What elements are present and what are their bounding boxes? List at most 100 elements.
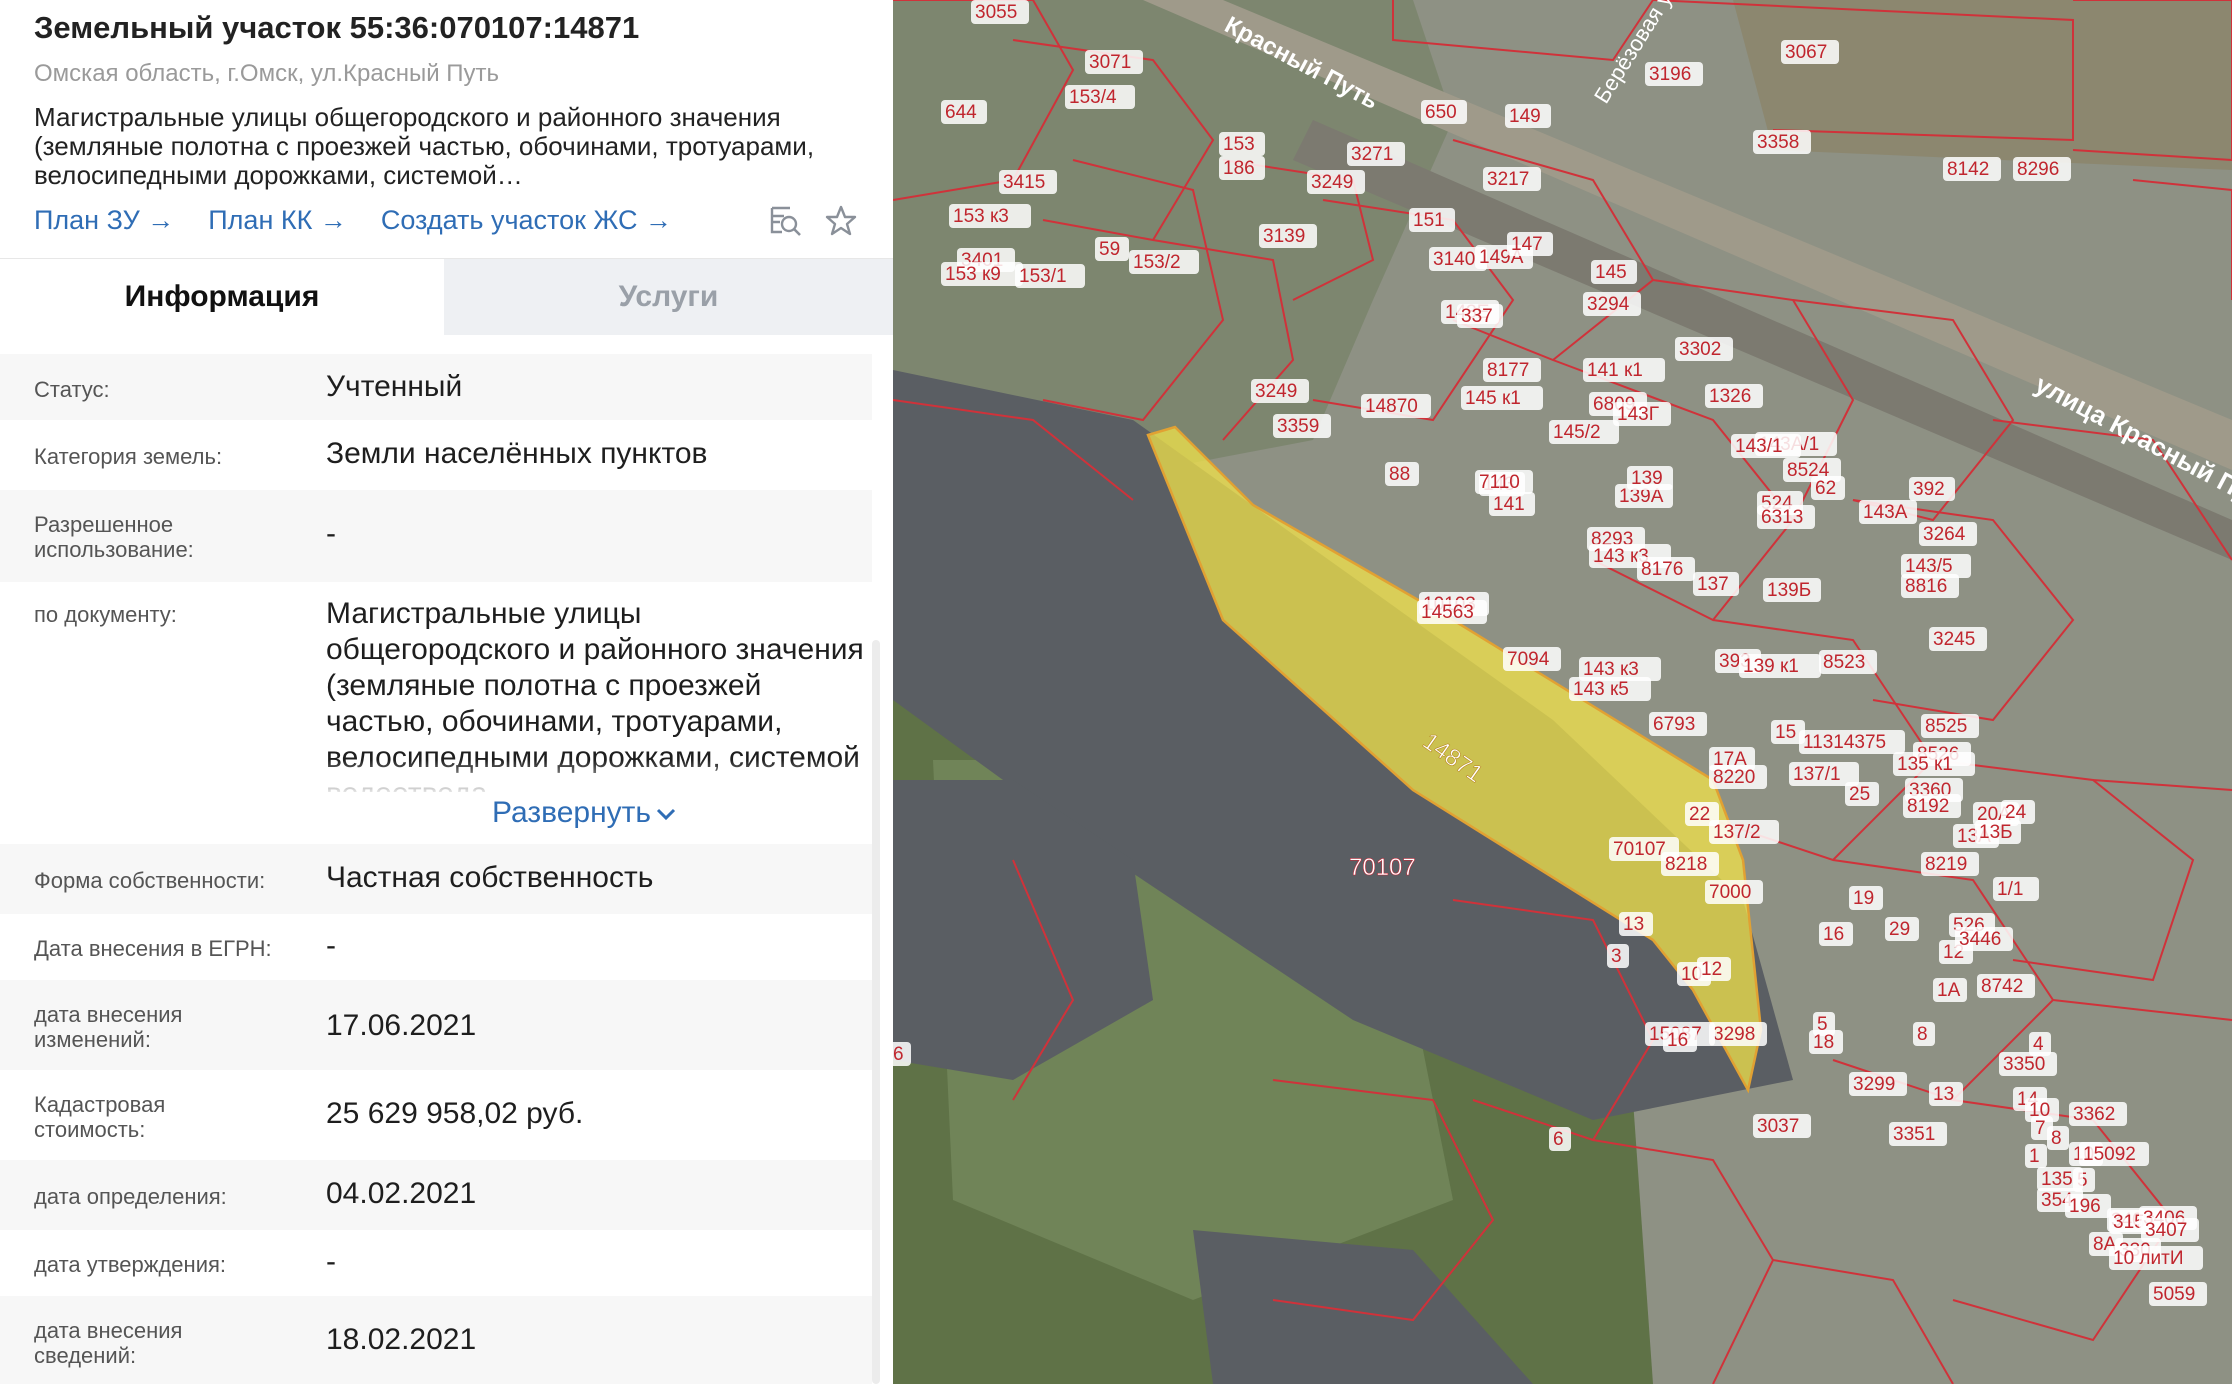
parcel-number: 3037 [1757, 1116, 1799, 1137]
arrow-right-icon: → [637, 205, 673, 235]
parcel-number: 143/1 [1735, 436, 1783, 457]
status-value: Учтенный [326, 370, 463, 403]
parcel-number: 186 [1223, 158, 1255, 179]
parcel-number: 8523 [1823, 652, 1865, 673]
parcel-number: 14870 [1365, 396, 1418, 417]
parcel-label: 153/2 [1129, 250, 1199, 274]
parcel-number: 29 [1889, 919, 1910, 940]
parcel-label: 62 [1811, 476, 1845, 500]
parcel-number: 8816 [1905, 576, 1947, 597]
parcel-number: 13 [1933, 1084, 1954, 1105]
parcel-label: 18 [1809, 1030, 1843, 1054]
parcel-number: 8192 [1907, 796, 1949, 817]
search-document-icon[interactable] [768, 204, 802, 238]
parcel-number: 70107 [1613, 839, 1666, 860]
parcel-number: 11314375 [1803, 732, 1886, 753]
parcel-label: 3264 [1919, 522, 1977, 546]
parcel-number: 5059 [2153, 1284, 2195, 1305]
parcel-label: 6793 [1649, 712, 1707, 736]
star-icon[interactable] [824, 204, 858, 238]
tab-info[interactable]: Информация [0, 259, 444, 335]
map-canvas[interactable]: 14871 Красный Путь Берёзовая ул. улица К… [893, 0, 2232, 1384]
plan-kk-label: План КК [208, 205, 313, 235]
parcel-label: 8176 [1637, 557, 1695, 581]
parcel-label: 16 [1663, 1028, 1697, 1052]
parcel-number: 3071 [1089, 52, 1131, 73]
tab-services[interactable]: Услуги [444, 259, 893, 335]
parcel-number: 143А [1863, 502, 1908, 523]
parcel-number: 145 [1595, 262, 1627, 283]
parcel-label: 6313 [1757, 505, 1815, 529]
link-actions [768, 204, 858, 238]
parcel-number: 3249 [1311, 172, 1353, 193]
parcel-label: 139 [1627, 466, 1673, 490]
parcel-number: 8 [1917, 1024, 1928, 1045]
row-permitted: Разрешенное использование: - [0, 490, 872, 582]
approval-date-value: - [326, 1245, 336, 1278]
parcel-label: 8296 [2013, 157, 2071, 181]
parcel-label: 8192 [1903, 794, 1961, 818]
parcel-number: 143 к3 [1583, 659, 1639, 680]
parcel-number: 10 литИ [2113, 1248, 2183, 1269]
parcel-number: 8177 [1487, 360, 1529, 381]
parcel-number: 3196 [1649, 64, 1691, 85]
parcel-label: 25 [1845, 782, 1879, 806]
parcel-description: Магистральные улицы общегородского и рай… [34, 103, 815, 190]
parcel-number: 3351 [1893, 1124, 1935, 1145]
cadastral-map[interactable]: 14871 Красный Путь Берёзовая ул. улица К… [893, 0, 2232, 1384]
parcel-label: 145 [1591, 260, 1637, 284]
parcel-label: 14563 [1417, 600, 1487, 624]
parcel-label: 3446 [1955, 927, 2013, 951]
create-zs-link[interactable]: Создать участок ЖС → [381, 205, 672, 236]
expand-link[interactable]: Развернуть [492, 796, 677, 830]
plan-zu-link[interactable]: План ЗУ → [34, 205, 174, 236]
parcel-number: 139 к1 [1743, 656, 1799, 677]
parcel-number: 25 [1849, 784, 1870, 805]
parcel-number: 18 [1813, 1032, 1834, 1053]
ownership-value: Частная собственность [326, 861, 654, 894]
parcel-label: 1А [1933, 978, 1967, 1002]
parcel-label: 3358 [1753, 130, 1811, 154]
parcel-number: 149 [1509, 106, 1541, 127]
parcel-label: 6 [893, 1042, 911, 1066]
parcel-number: 3139 [1263, 226, 1305, 247]
parcel-number: 12 [1701, 959, 1722, 980]
expand-label: Развернуть [492, 796, 652, 829]
parcel-number: 1А [1937, 980, 1961, 1001]
parcel-number: 4 [2033, 1034, 2044, 1055]
parcel-number: 1326 [1709, 386, 1751, 407]
parcel-label: 3351 [1889, 1122, 1947, 1146]
parcel-label: 3249 [1307, 170, 1365, 194]
parcel-label: 8523 [1819, 650, 1877, 674]
parcel-label: 1 [2025, 1144, 2047, 1168]
row-changes-date: дата внесения изменений: 17.06.2021 [0, 980, 872, 1070]
parcel-number: 3249 [1255, 381, 1297, 402]
parcel-number: 153 к9 [945, 264, 1001, 285]
parcel-label: 59 [1095, 237, 1129, 261]
parcel-label: 8219 [1921, 852, 1979, 876]
parcel-number: 139 [1631, 468, 1663, 489]
parcel-number: 137/1 [1793, 764, 1841, 785]
parcel-number: 135 [2041, 1169, 2073, 1190]
parcel-number: 3299 [1853, 1074, 1895, 1095]
parcel-label: 337 [1457, 304, 1503, 328]
parcel-label: 145 к1 [1461, 386, 1543, 410]
create-zs-label: Создать участок ЖС [380, 205, 638, 235]
changes-date-label: дата внесения изменений: [34, 1002, 183, 1052]
parcel-number: 7094 [1507, 649, 1550, 670]
panel-scrollbar[interactable] [872, 640, 880, 1384]
parcel-number: 3067 [1785, 42, 1827, 63]
parcel-label: 141 к1 [1583, 358, 1665, 382]
cadastral-cost-value: 25 629 958,02 руб. [326, 1097, 584, 1130]
plan-kk-link[interactable]: План КК → [208, 205, 347, 236]
parcel-number: 8220 [1713, 767, 1755, 788]
parcel-number: 13 [1623, 914, 1644, 935]
category-value: Земли населённых пунктов [326, 437, 708, 470]
parcel-number: 196 [2069, 1196, 2101, 1217]
parcel-number: 8525 [1925, 716, 1967, 737]
parcel-label: 13Б [1975, 820, 2021, 844]
parcel-label: 11314375 [1799, 730, 1905, 754]
row-ownership: Форма собственности: Частная собственнос… [0, 844, 872, 914]
parcel-label: 7094 [1503, 647, 1561, 671]
parcel-label: 3 [1607, 944, 1629, 968]
